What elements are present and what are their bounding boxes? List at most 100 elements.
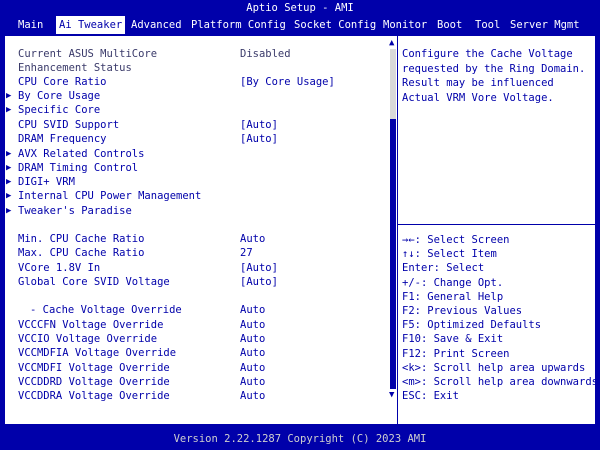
setting-label: By Core Usage xyxy=(18,90,101,102)
help-line: Actual VRM Vore Voltage. xyxy=(402,91,554,104)
key-optimized-defaults: F5: Optimized Defaults xyxy=(402,319,542,332)
setting-label: Global Core SVID Voltage xyxy=(18,276,170,288)
submenu-by-core-usage[interactable]: ▶ By Core Usage xyxy=(5,89,390,103)
tab-monitor[interactable]: Monitor xyxy=(383,16,427,34)
setting-vccmdfia-voltage-override[interactable]: VCCMDFIA Voltage Override Auto xyxy=(5,346,390,360)
setting-label: Specific Core xyxy=(18,104,101,116)
submenu-avx-related-controls[interactable]: ▶ AVX Related Controls xyxy=(5,147,390,161)
setting-value[interactable]: Auto xyxy=(240,232,265,246)
submenu-arrow-icon: ▶ xyxy=(6,91,12,101)
setting-value[interactable]: [Auto] xyxy=(240,118,278,132)
key-select-screen: →←: Select Screen xyxy=(402,234,510,246)
scroll-down-icon[interactable]: ▼ xyxy=(389,390,394,400)
setting-label: VCCMDFI Voltage Override xyxy=(18,362,170,374)
submenu-dram-timing-control[interactable]: ▶ DRAM Timing Control xyxy=(5,161,390,175)
setting-label: VCCDDRD Voltage Override xyxy=(18,376,170,388)
submenu-arrow-icon: ▶ xyxy=(6,191,12,201)
tab-socket-config[interactable]: Socket Config xyxy=(294,16,376,34)
help-line: Configure the Cache Voltage xyxy=(402,48,573,60)
key-print-screen: F12: Print Screen xyxy=(402,347,510,360)
tab-main[interactable]: Main xyxy=(18,16,43,34)
setting-label: VCCDDRA Voltage Override xyxy=(18,390,170,402)
scroll-up-icon[interactable]: ▲ xyxy=(389,38,394,48)
key-esc-exit: ESC: Exit xyxy=(402,390,459,403)
setting-max-cpu-cache-ratio[interactable]: Max. CPU Cache Ratio 27 xyxy=(5,246,390,260)
setting-dram-frequency[interactable]: DRAM Frequency [Auto] xyxy=(5,132,390,146)
setting-vccmdfi-voltage-override[interactable]: VCCMDFI Voltage Override Auto xyxy=(5,361,390,375)
setting-vccddra-voltage-override[interactable]: VCCDDRA Voltage Override Auto xyxy=(5,389,390,403)
setting-label: Enhancement Status xyxy=(18,62,132,74)
help-line: Result may be influenced xyxy=(402,77,554,89)
setting-label: Cache SVID Voltage xyxy=(18,290,132,302)
version-footer: Version 2.22.1287 Copyright (C) 2023 AMI xyxy=(173,433,427,445)
tab-tool[interactable]: Tool xyxy=(475,16,500,34)
key-previous-values: F2: Previous Values xyxy=(402,305,523,318)
help-divider xyxy=(398,224,595,225)
setting-label: Current ASUS MultiCore xyxy=(18,48,158,60)
tab-server-mgmt[interactable]: Server Mgmt xyxy=(510,16,580,34)
panel-divider xyxy=(397,36,398,424)
setting-value[interactable]: [Auto] xyxy=(240,261,278,275)
submenu-tweakers-paradise[interactable]: ▶ Tweaker's Paradise xyxy=(5,204,390,218)
submenu-arrow-icon: ▶ xyxy=(6,206,12,216)
setting-cpu-svid-support[interactable]: CPU SVID Support [Auto] xyxy=(5,118,390,132)
setting-value: Disabled xyxy=(240,48,291,60)
scrollbar-thumb[interactable] xyxy=(390,119,396,389)
help-line: requested by the Ring Domain. xyxy=(402,62,586,75)
setting-value[interactable]: Auto xyxy=(240,303,265,317)
setting-value[interactable]: [By Core Usage] xyxy=(240,75,335,89)
setting-value[interactable]: [Manual Mode] xyxy=(240,289,322,303)
setting-value[interactable]: [Auto] xyxy=(240,275,278,289)
setting-vccio-voltage-override[interactable]: VCCIO Voltage Override Auto xyxy=(5,332,390,346)
submenu-arrow-icon: ▶ xyxy=(6,163,12,173)
setting-value[interactable]: Auto xyxy=(240,318,265,332)
submenu-internal-cpu-power-management[interactable]: ▶ Internal CPU Power Management xyxy=(5,189,390,203)
setting-label: Max. CPU Cache Ratio xyxy=(18,247,145,259)
setting-label: Internal CPU Power Management xyxy=(18,190,202,202)
setting-vccddrd-voltage-override[interactable]: VCCDDRD Voltage Override Auto xyxy=(5,375,390,389)
setting-label: - Cache Voltage Override xyxy=(30,304,182,316)
setting-global-core-svid-voltage[interactable]: Global Core SVID Voltage [Auto] xyxy=(5,275,390,289)
setting-value[interactable]: Auto xyxy=(240,375,265,389)
setting-label: VCCCFN Voltage Override xyxy=(18,319,164,331)
setting-min-cpu-cache-ratio[interactable]: Min. CPU Cache Ratio Auto xyxy=(5,232,390,246)
setting-label: VCCIO Voltage Override xyxy=(18,333,158,345)
submenu-digi-vrm[interactable]: ▶ DIGI+ VRM xyxy=(5,175,390,189)
tab-ai-tweaker[interactable]: Ai Tweaker xyxy=(56,16,126,34)
setting-vcccfn-voltage-override[interactable]: VCCCFN Voltage Override Auto xyxy=(5,318,390,332)
key-general-help: F1: General Help xyxy=(402,290,504,303)
setting-cache-voltage-override[interactable]: - Cache Voltage Override Auto xyxy=(5,303,390,317)
submenu-arrow-icon: ▶ xyxy=(6,105,12,115)
setting-label: VCore 1.8V In xyxy=(18,262,101,274)
setting-label: DIGI+ VRM xyxy=(18,176,75,188)
setting-label: VCCMDFIA Voltage Override xyxy=(18,347,177,359)
submenu-arrow-icon: ▶ xyxy=(6,177,12,187)
setting-current-asus-multicore: Current ASUS MultiCore Disabled xyxy=(5,47,390,61)
key-enter: Enter: Select xyxy=(402,262,485,275)
setting-label: AVX Related Controls xyxy=(18,148,145,160)
key-select-item: ↑↓: Select Item xyxy=(402,248,497,261)
setting-value[interactable]: Auto xyxy=(240,361,265,375)
key-scroll-up: <k>: Scroll help area upwards xyxy=(402,361,586,374)
key-save-exit: F10: Save & Exit xyxy=(402,333,504,346)
setting-vcore-1-8v-in[interactable]: VCore 1.8V In [Auto] xyxy=(5,261,390,275)
tab-platform-config[interactable]: Platform Config xyxy=(191,16,286,34)
setting-label: Min. CPU Cache Ratio xyxy=(18,233,145,245)
key-scroll-down: <m>: Scroll help area downwards xyxy=(402,376,598,389)
setting-cpu-core-ratio[interactable]: CPU Core Ratio [By Core Usage] xyxy=(5,75,390,89)
setting-value[interactable]: Auto xyxy=(240,332,265,346)
setting-value[interactable]: [Auto] xyxy=(240,132,278,146)
submenu-specific-core[interactable]: ▶ Specific Core xyxy=(5,103,390,117)
setting-value[interactable]: 27 xyxy=(240,246,253,260)
setting-cache-svid-voltage[interactable]: Cache SVID Voltage [Manual Mode] xyxy=(5,289,390,303)
setting-label: DRAM Frequency xyxy=(18,133,107,145)
key-change-opt: +/-: Change Opt. xyxy=(402,276,504,289)
setting-label: CPU Core Ratio xyxy=(18,76,107,88)
submenu-arrow-icon: ▶ xyxy=(6,149,12,159)
setting-label: Tweaker's Paradise xyxy=(18,205,132,217)
setting-value[interactable]: Auto xyxy=(240,346,265,360)
setting-value[interactable]: Auto xyxy=(240,389,265,403)
tab-boot[interactable]: Boot xyxy=(437,16,462,34)
menu-bar: Main Ai Tweaker Advanced Platform Config… xyxy=(0,16,600,34)
tab-advanced[interactable]: Advanced xyxy=(131,16,182,34)
